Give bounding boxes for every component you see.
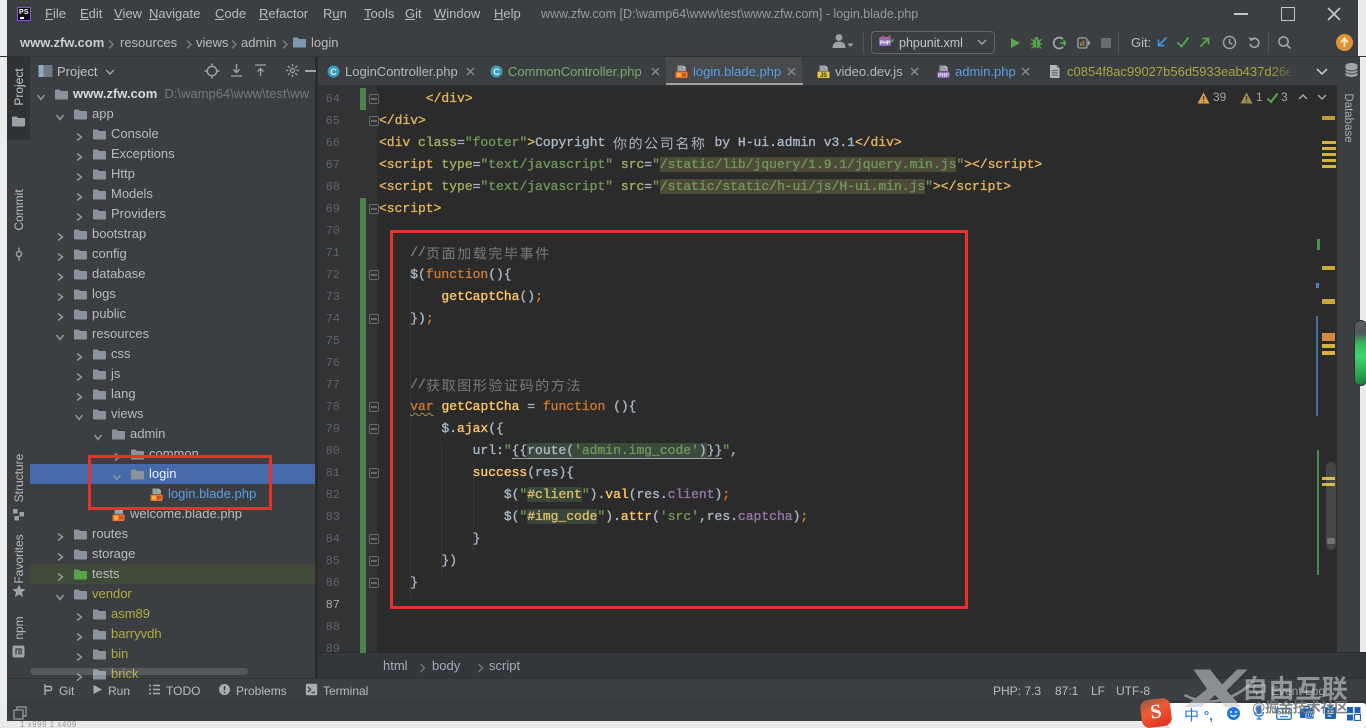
svg-text:C: C xyxy=(330,67,337,77)
svg-text:PHP: PHP xyxy=(938,73,949,79)
svg-text:JS: JS xyxy=(820,73,827,79)
svg-text:PHP: PHP xyxy=(880,40,891,46)
svg-text:C: C xyxy=(493,67,500,77)
